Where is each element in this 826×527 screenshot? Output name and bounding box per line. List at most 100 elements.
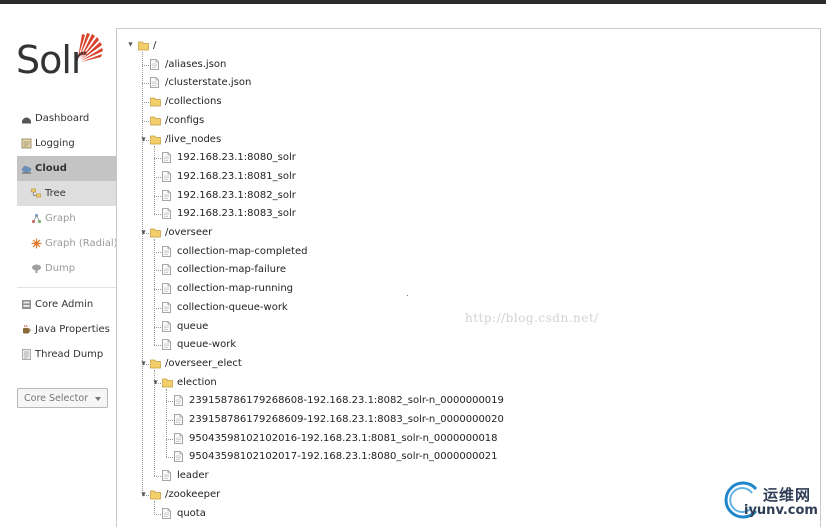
sidebar-item-label: Dashboard [35, 113, 90, 124]
collapsed-toggle-icon[interactable] [141, 118, 146, 123]
tree-connector [154, 145, 155, 215]
logging-icon [21, 138, 32, 149]
expand-toggle-icon[interactable] [128, 42, 133, 47]
tree-node-label: 95043598102102017-192.168.23.1:8080_solr… [189, 451, 498, 463]
sidebar-item-core-admin[interactable]: Core Admin [17, 292, 117, 317]
dump-icon [32, 264, 41, 273]
file-icon [162, 470, 171, 481]
tree-panel: / /aliases.json/clusterstate.json/collect… [116, 28, 821, 527]
file-icon [174, 432, 183, 444]
tree-node-label: quota [177, 507, 206, 519]
file-icon [162, 264, 171, 276]
file-icon [150, 77, 159, 89]
tree-node-label: /clusterstate.json [165, 77, 252, 89]
tree-node-label: 192.168.23.1:8080_solr [177, 152, 296, 164]
file-icon [162, 507, 171, 519]
sidebar-item-dashboard[interactable]: Dashboard [17, 106, 117, 131]
corner-brand-logo: 运维网 iyunv.com [716, 477, 822, 523]
file-icon [162, 301, 171, 313]
nav-divider [17, 281, 117, 288]
brand-domain-text: iyunv.com [744, 503, 818, 518]
graph-radial-icon [31, 238, 42, 249]
tree-connector [166, 457, 173, 459]
tree-connector [154, 239, 155, 346]
tree-connector [166, 420, 173, 421]
folder-icon [162, 378, 173, 387]
tree-connector [154, 369, 155, 477]
sidebar-item-tree[interactable]: Tree [17, 181, 117, 206]
tree-connector [142, 64, 149, 66]
expand-toggle-icon[interactable] [141, 361, 146, 366]
folder-icon [150, 490, 161, 500]
sidebar-item-cloud[interactable]: Cloud [17, 156, 117, 181]
stray-dot [407, 295, 408, 296]
file-icon [162, 170, 171, 182]
collapsed-toggle-icon[interactable] [141, 99, 146, 104]
core-selector-dropdown[interactable]: Core Selector [17, 388, 108, 408]
tree-connector [154, 251, 161, 253]
java-icon [23, 324, 31, 334]
tree-connector [154, 158, 161, 160]
expand-toggle-icon[interactable] [141, 230, 146, 235]
tree-connector [154, 176, 161, 178]
file-icon [162, 339, 171, 351]
tree-node-label: /live_nodes [165, 133, 222, 145]
core-admin-icon [22, 300, 31, 309]
tree-node-label: election [177, 376, 217, 388]
tree-node-label: /zookeeper [165, 488, 221, 500]
tree-node-label: /overseer_elect [165, 357, 242, 369]
sidebar-item-graph-radial[interactable]: Graph (Radial) [17, 231, 118, 256]
folder-icon [150, 116, 161, 126]
file-icon [150, 58, 159, 70]
file-icon [162, 245, 171, 257]
tree-node-label: / [153, 40, 157, 51]
expand-toggle-icon[interactable] [141, 136, 146, 142]
tree-connector [154, 307, 161, 309]
tree-node-label: collection-map-running [177, 283, 294, 295]
brand-chinese-text: 运维网 [763, 486, 812, 504]
sidebar-item-label: Graph (Radial) [45, 238, 118, 249]
tree-node-label: queue [177, 320, 209, 332]
folder-icon [150, 359, 161, 369]
file-icon [162, 208, 171, 220]
tree-node-label: /overseer [165, 227, 213, 238]
sidebar-item-graph[interactable]: Graph [17, 206, 117, 231]
tree-connector [154, 326, 161, 328]
cloud-icon [21, 165, 32, 174]
expand-toggle-icon[interactable] [141, 492, 146, 497]
sidebar-item-label: Dump [45, 263, 76, 274]
sidebar-item-thread-dump[interactable]: Thread Dump [17, 342, 117, 367]
tree-connector [166, 388, 167, 458]
sidebar-item-label: Cloud [35, 163, 67, 174]
tree-connector [154, 289, 161, 291]
tree-node-label: 192.168.23.1:8083_solr [177, 208, 296, 220]
sidebar-item-label: Core Admin [35, 299, 94, 310]
core-selector-placeholder: Core Selector [24, 393, 89, 404]
file-icon [162, 189, 171, 201]
tree-connector [154, 500, 155, 514]
tree-node-label: /aliases.json [165, 58, 227, 70]
sidebar-item-dump[interactable]: Dump [17, 256, 117, 281]
tree-node-label: 95043598102102016-192.168.23.1:8081_solr… [189, 432, 498, 444]
expand-toggle-icon[interactable] [153, 380, 158, 385]
tree-connector [166, 438, 173, 440]
tree-icon [31, 188, 41, 198]
folder-icon [150, 228, 161, 238]
tree-node-label: collection-map-completed [177, 245, 308, 257]
sidebar-item-label: Tree [45, 188, 66, 199]
file-icon [162, 283, 171, 294]
logo-sun-icon [78, 33, 103, 62]
tree-node-label: /collections [165, 96, 222, 108]
tree-connector [154, 195, 161, 197]
sidebar-item-label: Thread Dump [35, 349, 104, 360]
solr-logo[interactable]: Solr [16, 28, 106, 88]
top-bar [0, 0, 826, 4]
sidebar-item-logging[interactable]: Logging [17, 131, 117, 156]
thread-dump-icon [22, 349, 31, 360]
tree-connector [142, 83, 149, 85]
file-icon [174, 395, 183, 407]
tree-node-label: 239158786179268608-192.168.23.1:8082_sol… [189, 395, 504, 407]
tree-connector [154, 476, 161, 478]
tree-connector [154, 345, 161, 347]
sidebar-item-java-properties[interactable]: Java Properties [17, 317, 117, 342]
